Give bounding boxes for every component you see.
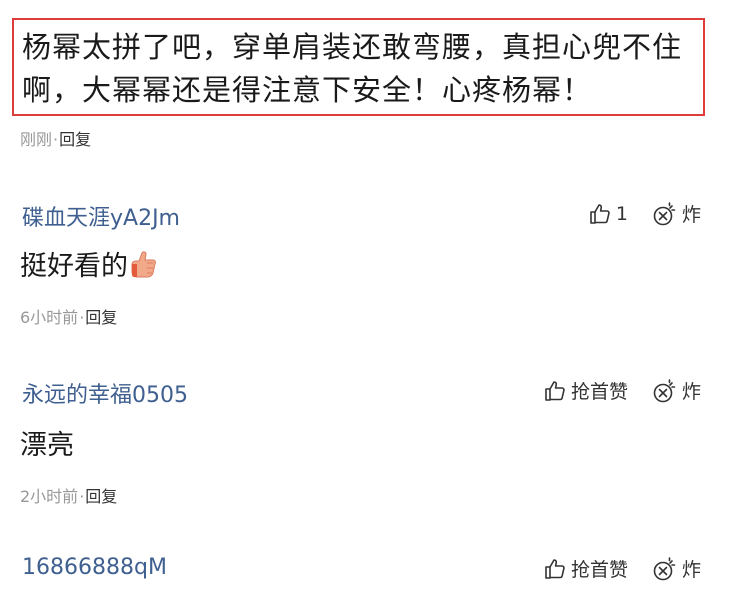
comment-actions: 抢首赞 炸 [543,555,701,582]
comment-username[interactable]: 碟血天涯yA2Jm [22,200,180,232]
bomb-icon [653,201,676,225]
comment-time: 2小时前 [20,487,79,506]
bomb-button[interactable]: 炸 [652,555,701,582]
reply-button[interactable]: 回复 [85,308,117,327]
highlighted-comment-box: 杨幂太拼了吧，穿单肩装还敢弯腰，真担心兜不住 啊，大幂幂还是得注意下安全！心疼杨… [12,18,705,116]
highlighted-comment-meta: 刚刚·回复 [20,126,91,150]
reply-button[interactable]: 回复 [59,130,91,149]
bomb-label: 炸 [681,204,701,226]
comment-text: 挺好看的 [20,251,128,282]
separator-dot: · [79,308,85,327]
like-count: 1 [615,202,628,225]
comment-actions: 抢首赞 炸 [543,377,701,404]
bomb-button[interactable]: 炸 [652,377,701,404]
like-button[interactable]: 1 [588,202,628,226]
like-button[interactable]: 抢首赞 [543,555,628,582]
separator-dot: · [53,130,59,149]
bomb-label: 炸 [681,381,701,403]
comment-content: 挺好看的 [20,244,162,283]
like-button[interactable]: 抢首赞 [543,377,628,404]
comment-username[interactable]: 永远的幸福0505 [22,377,188,409]
like-label: 抢首赞 [570,559,628,581]
comment-time: 刚刚 [20,130,53,149]
bomb-button[interactable]: 炸 [652,200,701,227]
bomb-icon [653,556,676,580]
thumb-up-outline-icon [590,203,610,224]
comment-meta: 6小时前·回复 [20,304,117,328]
bomb-label: 炸 [681,559,701,581]
comment-meta: 2小时前·回复 [20,483,117,507]
bomb-icon [653,378,676,402]
separator-dot: · [79,487,85,506]
comment-username[interactable]: 16866888qM [22,555,167,580]
comment-content: 漂亮 [20,423,74,462]
highlighted-comment-line-1: 杨幂太拼了吧，穿单肩装还敢弯腰，真担心兜不住 [22,30,683,64]
like-label: 抢首赞 [570,381,628,403]
highlighted-comment-line-2: 啊，大幂幂还是得注意下安全！心疼杨幂！ [22,73,593,107]
comment-time: 6小时前 [20,308,79,327]
thumb-up-outline-icon [545,380,565,401]
thumbs-up-emoji-icon [131,251,156,278]
reply-button[interactable]: 回复 [85,487,117,506]
thumb-up-outline-icon [545,558,565,579]
comment-text: 漂亮 [20,430,74,461]
comment-actions: 1 炸 [588,200,701,227]
